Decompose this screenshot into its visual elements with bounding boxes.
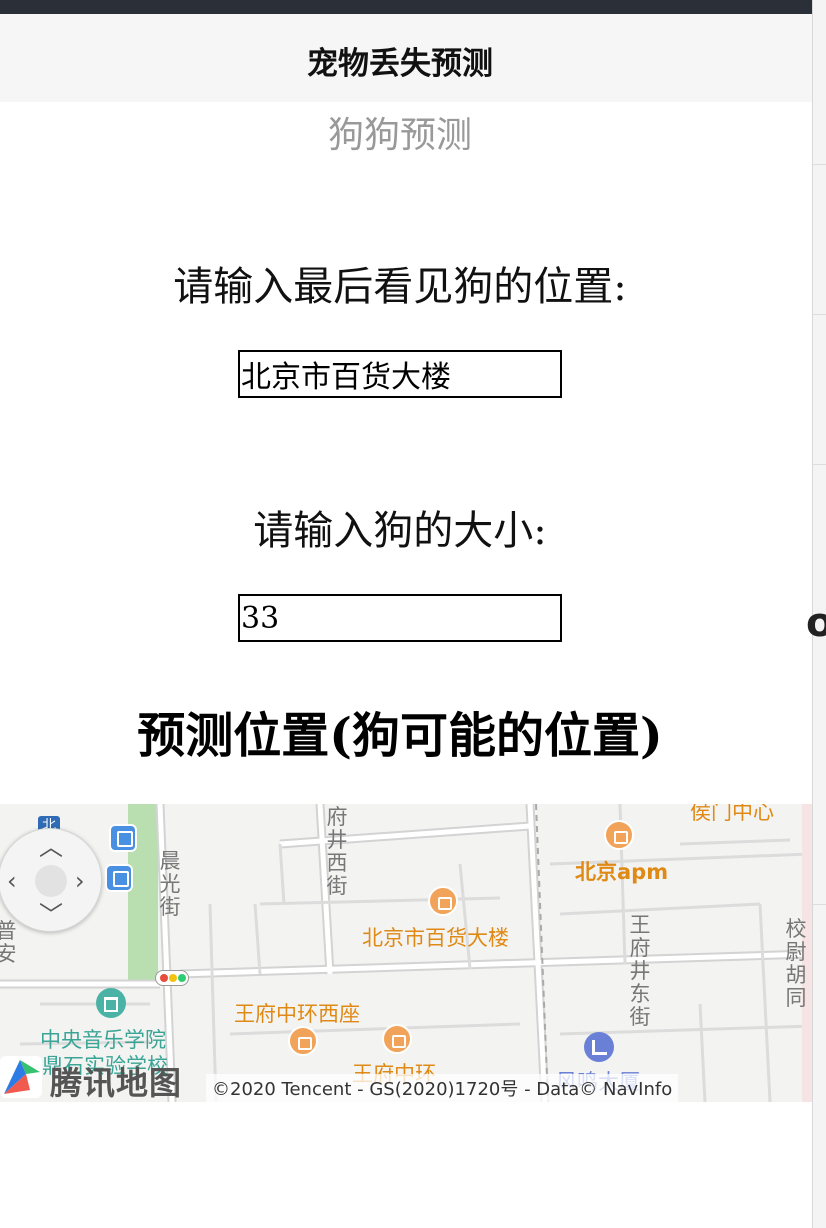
result-heading: 预测位置(狗可能的位置) <box>137 708 663 764</box>
status-bar <box>0 0 812 14</box>
shopping-bag-icon[interactable] <box>428 886 458 916</box>
shopping-bag-icon[interactable] <box>382 1024 412 1054</box>
location-input[interactable] <box>238 350 562 398</box>
section-subtitle: 狗狗预测 <box>327 115 472 156</box>
poi-label[interactable]: 侯门中心 <box>690 804 774 826</box>
page-title: 宠物丢失预测 <box>307 46 493 82</box>
compass-icon[interactable] <box>35 865 67 897</box>
pan-left-icon[interactable]: ‹ <box>7 869 17 893</box>
poi-label-wangfu-west[interactable]: 王府中环西座 <box>234 998 360 1028</box>
tencent-map-logo-icon <box>0 1056 42 1098</box>
map-copyright: ©2020 Tencent - GS(2020)1720号 - Data© Na… <box>206 1074 679 1102</box>
map-logo-text: 腾讯地图 <box>50 1064 183 1102</box>
pan-up-icon[interactable]: ︿ <box>39 835 63 859</box>
shopping-bag-icon[interactable] <box>288 1026 318 1056</box>
size-input[interactable] <box>238 594 562 642</box>
map-logo: 腾讯地图 <box>0 1052 200 1102</box>
street-label-xiaowei: 校尉胡同 <box>785 917 807 1010</box>
pan-down-icon[interactable]: ﹀ <box>39 903 63 927</box>
office-building-icon[interactable] <box>584 1032 614 1062</box>
size-label: 请输入狗的大小: <box>253 508 547 554</box>
poi-label-apm[interactable]: 北京apm <box>575 856 668 886</box>
bus-stop-icon[interactable] <box>109 824 137 852</box>
street-label-partial: 普安 <box>0 919 17 966</box>
map-navigation-control[interactable]: ︿ ﹀ ‹ › <box>0 828 102 932</box>
school-icon[interactable] <box>96 988 126 1018</box>
street-label-chenguang: 晨光街 <box>159 849 181 919</box>
bus-stop-icon[interactable] <box>105 864 133 892</box>
navigation-bar: 宠物丢失预测 <box>0 14 812 102</box>
street-label-wangfujing-west: 府井西街 <box>326 805 348 898</box>
traffic-light-icon <box>155 970 189 986</box>
street-label-wangfujing-east: 王府井东街 <box>629 913 651 1029</box>
edge-partial-text: os <box>806 600 826 646</box>
map-view[interactable]: 北 ︿ ﹀ ‹ › 晨光街 府井西街 王府井东街 校尉胡同 普安 侯门中心 北京… <box>0 804 812 1102</box>
poi-label-department-store[interactable]: 北京市百货大楼 <box>362 922 509 952</box>
shopping-bag-icon[interactable] <box>604 820 634 850</box>
pan-right-icon[interactable]: › <box>75 869 85 893</box>
location-label: 请输入最后看见狗的位置: <box>173 264 627 310</box>
